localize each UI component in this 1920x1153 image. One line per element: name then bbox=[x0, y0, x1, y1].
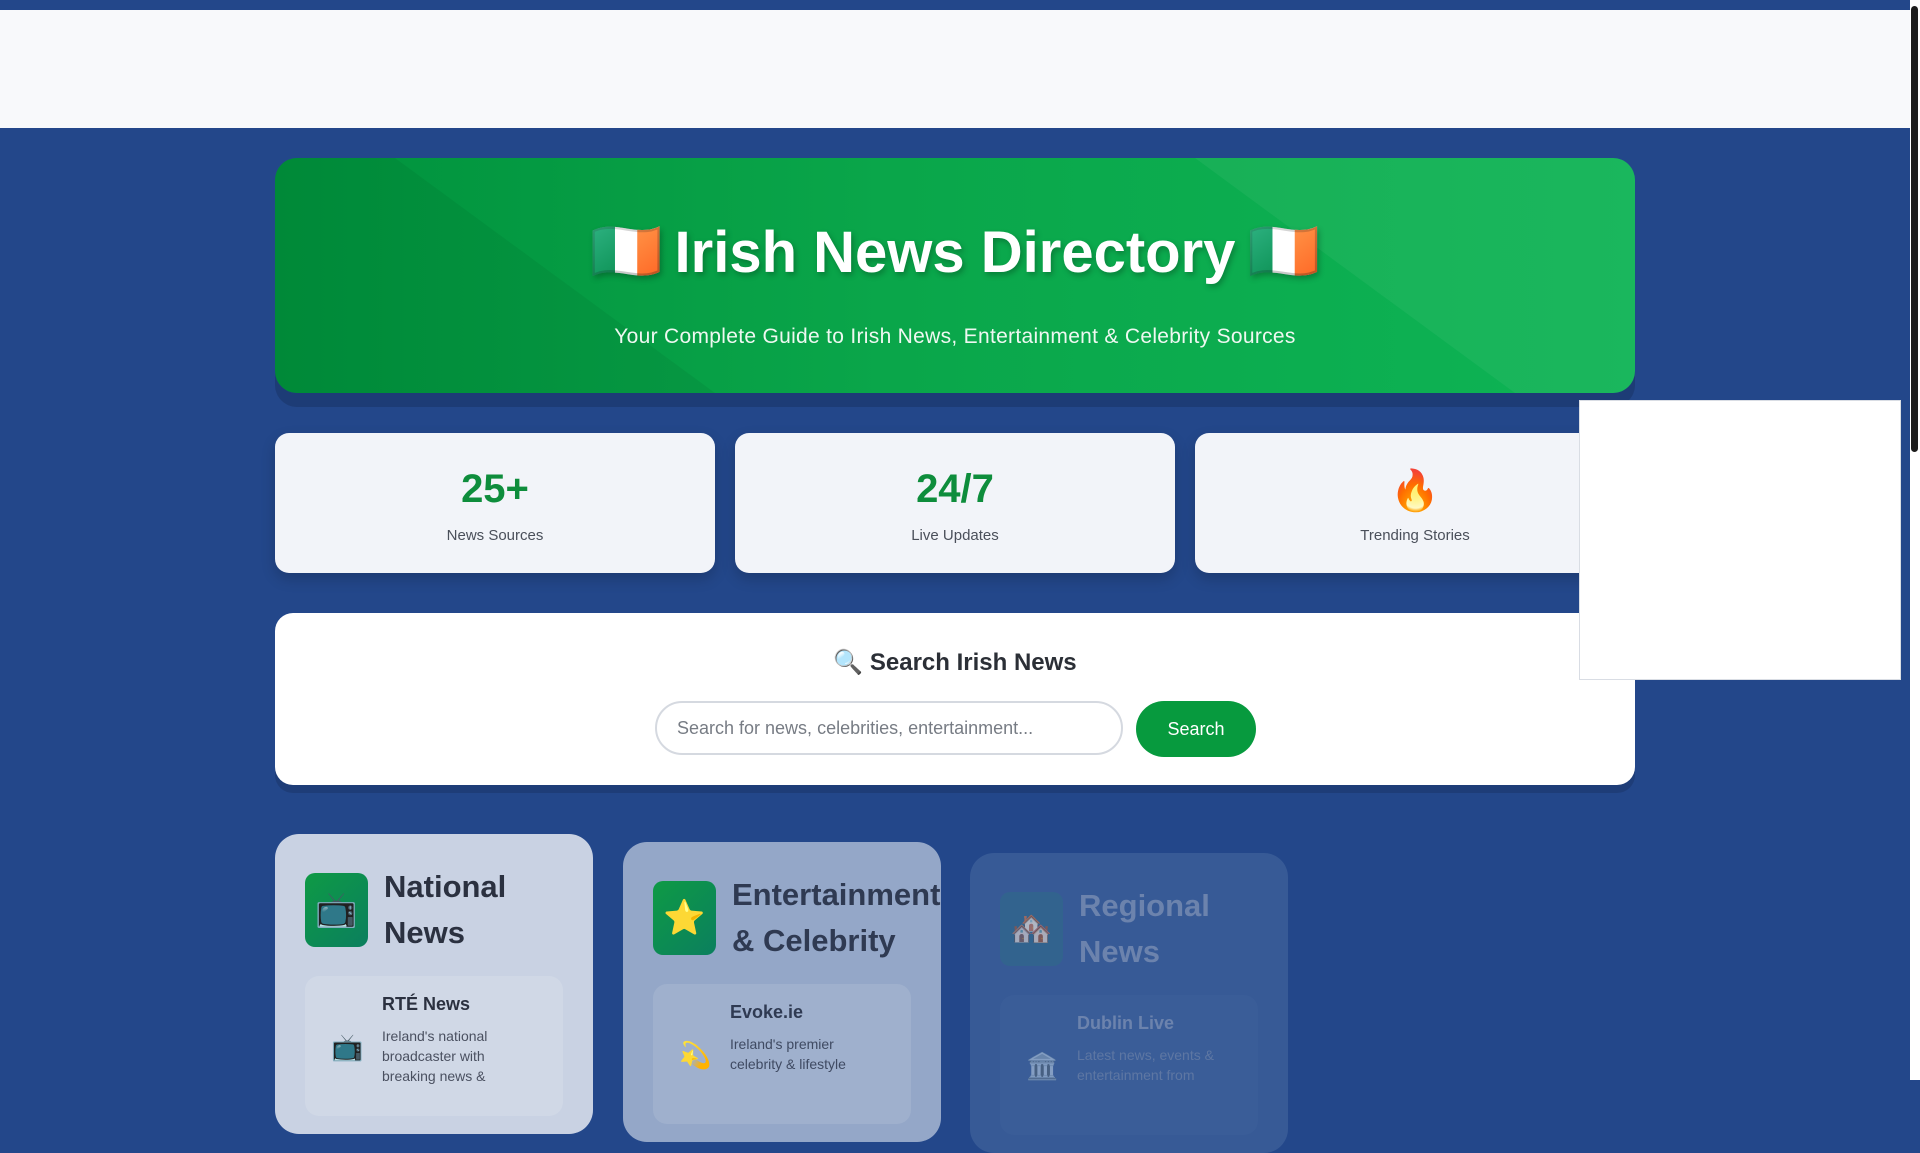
category-title: Entertainment & Celebrity bbox=[732, 872, 940, 964]
source-name: RTÉ News bbox=[382, 994, 471, 1014]
category-title-line: National bbox=[384, 869, 507, 904]
houses-icon: 🏘️ bbox=[1000, 892, 1063, 966]
hero-banner: 🇮🇪 Irish News Directory 🇮🇪 Your Complete… bbox=[275, 158, 1635, 393]
search-input[interactable] bbox=[655, 701, 1123, 755]
category-title: National News bbox=[384, 864, 506, 956]
stat-label: Live Updates bbox=[911, 527, 999, 544]
stat-label: Trending Stories bbox=[1360, 527, 1470, 544]
stat-value: 24/7 bbox=[916, 467, 994, 511]
category-title-line: & Celebrity bbox=[732, 923, 896, 958]
tv-icon: 📺 bbox=[305, 873, 368, 947]
scrollbar-thumb[interactable] bbox=[1911, 6, 1918, 452]
side-ad-panel bbox=[1579, 400, 1901, 680]
source-item-rte[interactable]: 📺 RTÉ News Ireland's national broadcaste… bbox=[305, 976, 563, 1116]
category-title: Regional News bbox=[1079, 883, 1210, 975]
sparkle-icon: 💫 bbox=[679, 1040, 712, 1070]
fire-icon: 🔥 bbox=[1390, 469, 1440, 513]
category-title-line: Regional bbox=[1079, 888, 1210, 923]
source-item-dublin-live[interactable]: 🏛️ Dublin Live Latest news, events & ent… bbox=[1000, 995, 1258, 1135]
source-name: Dublin Live bbox=[1077, 1013, 1175, 1033]
search-panel: 🔍 Search Irish News Search bbox=[275, 613, 1635, 785]
stat-card-trending: 🔥 Trending Stories bbox=[1195, 433, 1635, 573]
stat-label: News Sources bbox=[446, 527, 544, 544]
top-strip bbox=[0, 0, 1910, 10]
stat-value: 25+ bbox=[461, 467, 529, 511]
page-title-text: Irish News Directory bbox=[674, 219, 1236, 285]
irish-flag-icon: 🇮🇪 bbox=[590, 219, 663, 284]
category-card-national[interactable]: 📺 National News 📺 RTÉ News Ireland's nat… bbox=[275, 834, 593, 1134]
search-button[interactable]: Search bbox=[1136, 701, 1256, 757]
building-icon: 🏛️ bbox=[1026, 1051, 1059, 1081]
source-name: Evoke.ie bbox=[730, 1002, 804, 1022]
irish-flag-icon: 🇮🇪 bbox=[1247, 219, 1320, 284]
source-description: Ireland's premier celebrity & lifestyle bbox=[730, 1036, 846, 1072]
source-description: Latest news, events & entertainment from bbox=[1077, 1047, 1214, 1083]
source-item-evoke[interactable]: 💫 Evoke.ie Ireland's premier celebrity &… bbox=[653, 984, 911, 1124]
stat-card-updates: 24/7 Live Updates bbox=[735, 433, 1175, 573]
page-subtitle: Your Complete Guide to Irish News, Enter… bbox=[614, 325, 1296, 348]
category-card-entertainment[interactable]: ⭐ Entertainment & Celebrity 💫 Evoke.ie I… bbox=[623, 842, 941, 1142]
category-title-line: Entertainment bbox=[732, 877, 941, 912]
page-title: 🇮🇪 Irish News Directory 🇮🇪 bbox=[275, 218, 1635, 286]
source-description: Ireland's national broadcaster with brea… bbox=[382, 1028, 488, 1084]
category-title-line: News bbox=[1079, 934, 1160, 969]
search-heading: 🔍 Search Irish News bbox=[833, 649, 1077, 676]
tv-icon: 📺 bbox=[331, 1032, 364, 1062]
top-ad-banner bbox=[0, 10, 1910, 128]
stat-card-sources: 25+ News Sources bbox=[275, 433, 715, 573]
star-icon: ⭐ bbox=[653, 881, 716, 955]
category-card-regional[interactable]: 🏘️ Regional News 🏛️ Dublin Live Latest n… bbox=[970, 853, 1288, 1153]
category-title-line: News bbox=[384, 915, 465, 950]
